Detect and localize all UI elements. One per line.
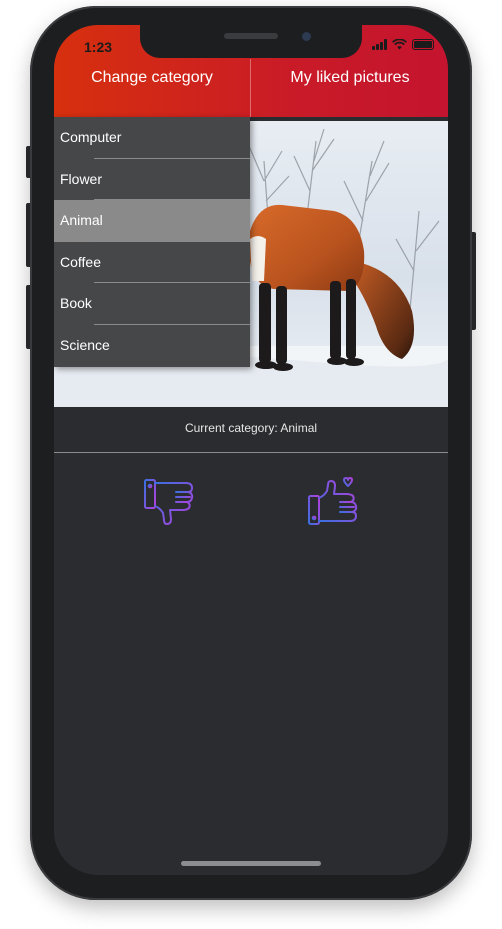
category-item-flower[interactable]: Flower [54,159,250,201]
home-indicator[interactable] [181,861,321,866]
dislike-button[interactable] [142,477,196,527]
tab-my-liked-pictures[interactable]: My liked pictures [252,69,448,93]
tab-divider [250,59,251,117]
current-category-label: Current category: Animal [184,421,318,435]
tab-change-category[interactable]: Change category [54,69,250,93]
status-icons [372,39,434,50]
category-item-label: Computer [60,129,122,145]
category-item-label: Animal [60,212,103,229]
app-screen: 1:23 Change category My liked pictures C… [54,25,448,875]
category-item-label: Flower [60,170,103,187]
battery-icon [412,39,434,50]
category-item-label: Book [60,295,92,312]
status-time: 1:23 [84,39,113,55]
divider [54,452,448,453]
wifi-icon [392,39,407,50]
category-item-label: Science [60,336,110,353]
thumbs-up-heart-icon [308,477,358,525]
category-item-label: Coffee [60,253,101,270]
front-camera [302,32,311,41]
thumbs-down-icon [144,479,194,525]
speaker [224,33,278,39]
category-dropdown: Computer Flower Animal Coffee Book Scien… [54,117,250,367]
category-item-book[interactable]: Book [54,283,250,325]
category-item-animal[interactable]: Animal [54,200,250,242]
category-item-computer[interactable]: Computer [54,117,250,159]
header-bar: 1:23 Change category My liked pictures [54,25,448,117]
notch [140,25,362,58]
category-item-science[interactable]: Science [54,325,250,367]
signal-icon [372,39,387,50]
like-button[interactable] [306,477,360,527]
category-item-coffee[interactable]: Coffee [54,242,250,284]
